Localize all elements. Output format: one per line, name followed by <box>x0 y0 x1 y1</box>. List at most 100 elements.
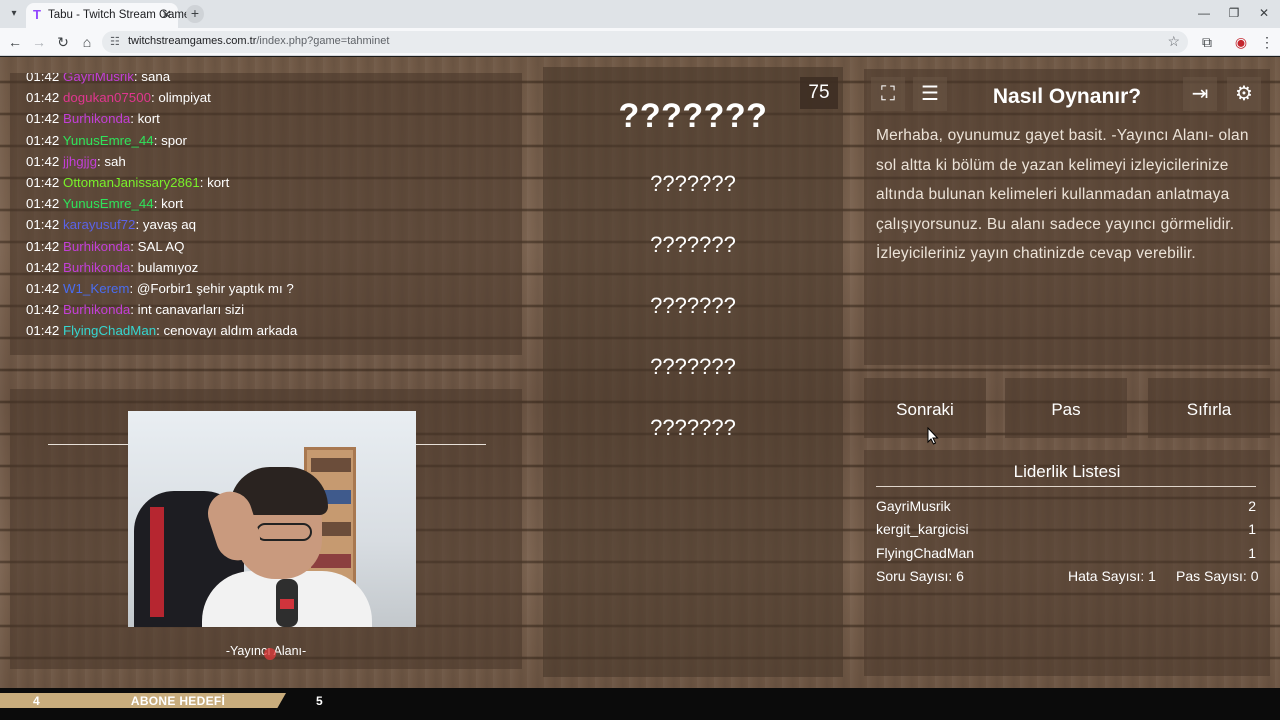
mouse-cursor-icon <box>927 427 939 445</box>
pass-button[interactable]: Pas <box>1005 378 1127 438</box>
leaderboard-panel: Liderlik Listesi GayriMusrik 2 kergit_ka… <box>864 450 1270 676</box>
chat-timestamp: 01:42 <box>26 132 60 148</box>
goal-target: 5 <box>316 694 323 708</box>
chat-text: : sah <box>97 153 126 169</box>
chat-timestamp: 01:42 <box>26 174 60 190</box>
chat-timestamp: 01:42 <box>26 73 60 84</box>
url-field[interactable]: ☷ twitchstreamgames.com.tr/index.php?gam… <box>102 31 1188 53</box>
taboo-word: ??????? <box>650 354 736 379</box>
browser-tab[interactable]: T Tabu - Twitch Stream Games ✕ <box>26 3 196 28</box>
chat-text: : SAL AQ <box>130 238 185 254</box>
chat-timestamp: 01:42 <box>26 280 60 296</box>
word-card-panel: 75 ??????? ??????? ??????? ??????? ?????… <box>543 67 843 677</box>
twitch-favicon-icon: T <box>33 7 41 22</box>
chat-text: : spor <box>153 132 187 148</box>
url-text: twitchstreamgames.com.tr/index.php?game=… <box>128 35 390 47</box>
taboo-word: ??????? <box>650 415 736 440</box>
chat-timestamp: 01:42 <box>26 217 60 233</box>
chat-username[interactable]: FlyingChadMan <box>63 323 156 338</box>
chat-text: : kort <box>199 174 230 190</box>
player-score: 1 <box>1248 545 1256 561</box>
chat-username[interactable]: Burhikonda <box>63 260 130 275</box>
chat-username[interactable]: W1_Kerem <box>63 281 130 296</box>
back-icon[interactable]: ← <box>6 33 24 51</box>
chat-text: : cenovayı aldım arkada <box>156 323 298 339</box>
chat-message: 01:42 FlyingChadMan: cenovayı aldım arka… <box>26 320 506 341</box>
divider-left <box>48 444 128 445</box>
chat-username[interactable]: Burhikonda <box>63 302 130 317</box>
webcam-feed <box>128 411 416 627</box>
chat-username[interactable]: OttomanJanissary2861 <box>63 175 200 190</box>
chat-username[interactable]: YunusEmre_44 <box>63 133 154 148</box>
chat-text: : bulamıyoz <box>130 259 199 275</box>
leaderboard-title: Liderlik Listesi <box>1013 462 1121 481</box>
chat-message: 01:42 dogukan07500: olimpiyat <box>26 87 506 108</box>
chat-message: 01:42 jjhgjjg: sah <box>26 151 506 172</box>
error-count: Hata Sayısı: 1 <box>1068 568 1156 584</box>
subscriber-goal-bar: 4 ABONE HEDEFİ 5 <box>0 688 1280 720</box>
restore-icon[interactable]: ❐ <box>1224 4 1244 22</box>
game-page: 01:42 GayriMusrik: sana 01:42 dogukan0750… <box>0 57 1280 688</box>
reset-button[interactable]: Sıfırla <box>1148 378 1270 438</box>
tab-title: Tabu - Twitch Stream Games <box>48 9 197 21</box>
chat-message: 01:42 OttomanJanissary2861: kort <box>26 172 506 193</box>
chat-message: 01:42 Burhikonda: kort <box>26 108 506 129</box>
taboo-word: ??????? <box>650 293 736 318</box>
chat-text: : kort <box>130 111 160 127</box>
chat-message: 01:42 YunusEmre_44: spor <box>26 130 506 151</box>
chat-timestamp: 01:42 <box>26 196 60 212</box>
question-count: Soru Sayısı: 6 <box>876 568 964 584</box>
chat-message: 01:42 YunusEmre_44: kort <box>26 193 506 214</box>
player-name: FlyingChadMan <box>876 545 975 561</box>
exit-icon[interactable]: ⇥ <box>1183 77 1217 111</box>
close-window-icon[interactable]: ✕ <box>1254 4 1274 22</box>
chat-message: 01:42 karayusuf72: yavaş aq <box>26 214 506 235</box>
streamer-area: -Yayıncı Alanı- <box>10 389 522 669</box>
next-button[interactable]: Sonraki <box>864 378 986 438</box>
player-name: GayriMusrik <box>876 498 951 514</box>
record-indicator-icon <box>264 648 276 660</box>
forward-icon[interactable]: → <box>30 33 48 51</box>
extensions-icon[interactable]: ⧉ <box>1198 33 1216 51</box>
chat-message: 01:42 GayriMusrik: sana <box>26 73 506 87</box>
leaderboard-row: FlyingChadMan 1 <box>876 542 1256 564</box>
chat-username[interactable]: GayriMusrik <box>63 73 134 84</box>
chat-panel: 01:42 GayriMusrik: sana 01:42 dogukan0750… <box>10 73 522 355</box>
taboo-word: ??????? <box>650 232 736 257</box>
chat-timestamp: 01:42 <box>26 153 60 169</box>
close-tab-icon[interactable]: ✕ <box>161 7 172 23</box>
profile-avatar-icon[interactable]: ◉ <box>1232 33 1250 51</box>
chat-timestamp: 01:42 <box>26 323 60 339</box>
reload-icon[interactable]: ↻ <box>54 33 72 51</box>
chat-username[interactable]: dogukan07500 <box>63 90 151 105</box>
player-name: kergit_kargicisi <box>876 521 969 537</box>
tab-search-icon[interactable]: ▾ <box>6 6 22 22</box>
bookmark-star-icon[interactable]: ☆ <box>1167 33 1180 50</box>
home-icon[interactable]: ⌂ <box>78 33 96 51</box>
chat-username[interactable]: karayusuf72 <box>63 217 135 232</box>
gear-icon[interactable]: ⚙ <box>1227 77 1261 111</box>
chat-message: 01:42 W1_Kerem: @Forbir1 şehir yaptık mı… <box>26 278 506 299</box>
new-tab-button[interactable]: + <box>186 5 204 23</box>
chat-text: : int canavarları sizi <box>130 302 245 318</box>
main-word: ??????? <box>618 97 768 135</box>
goal-label: ABONE HEDEFİ <box>130 694 226 708</box>
chat-text: : yavaş aq <box>135 217 197 233</box>
how-to-play-panel: ⛶ ☰ Nasıl Oynanır? ⇥ ⚙ Merhaba, oyunumuz… <box>864 69 1270 365</box>
leaderboard-row: kergit_kargicisi 1 <box>876 518 1256 540</box>
chat-message: 01:42 Burhikonda: int canavarları sizi <box>26 299 506 320</box>
chat-text: : sana <box>133 73 171 84</box>
chat-text: : kort <box>153 196 184 212</box>
divider <box>876 486 1256 487</box>
player-score: 2 <box>1248 498 1256 514</box>
chat-username[interactable]: jjhgjjg <box>63 154 97 169</box>
leaderboard-row: GayriMusrik 2 <box>876 495 1256 517</box>
minimize-icon[interactable]: — <box>1194 4 1214 22</box>
chat-username[interactable]: YunusEmre_44 <box>63 196 154 211</box>
site-info-icon[interactable]: ☷ <box>110 35 120 48</box>
player-score: 1 <box>1248 521 1256 537</box>
browser-menu-icon[interactable]: ⋮ <box>1258 33 1276 51</box>
chat-username[interactable]: Burhikonda <box>63 111 130 126</box>
address-bar-row: ← → ↻ ⌂ ☷ twitchstreamgames.com.tr/index… <box>0 28 1280 56</box>
chat-username[interactable]: Burhikonda <box>63 239 130 254</box>
